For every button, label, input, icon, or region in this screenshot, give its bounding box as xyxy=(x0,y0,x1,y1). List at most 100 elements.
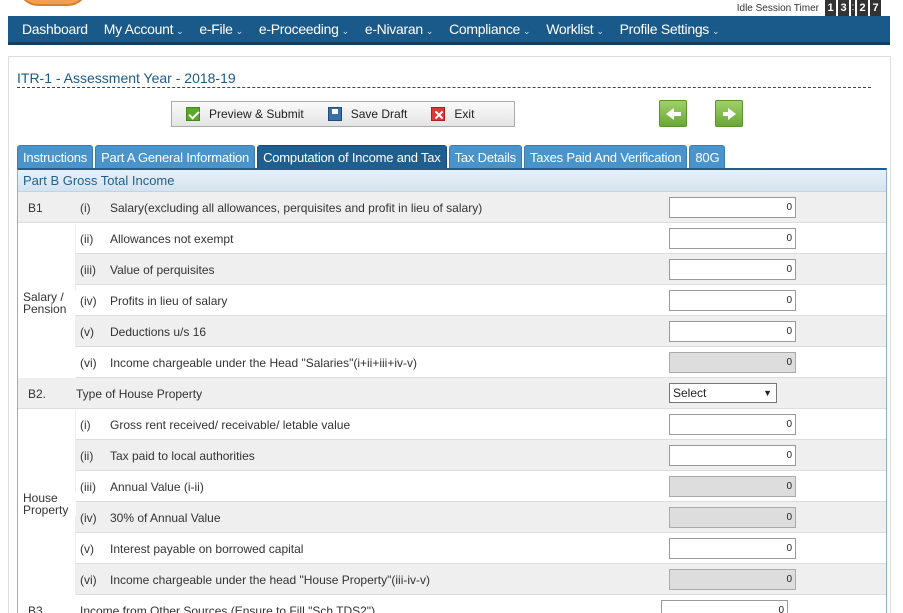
chevron-down-icon: ⌄ xyxy=(235,26,244,36)
nav-item-label: Compliance xyxy=(449,21,521,37)
table-row: B2. Type of House Property Select ▼ xyxy=(18,378,886,409)
row-number: (v) xyxy=(80,542,94,556)
tab-tax-details[interactable]: Tax Details xyxy=(448,145,522,169)
nav-item-compliance[interactable]: Compliance ⌄ xyxy=(441,21,538,37)
row-number: (iii) xyxy=(80,480,96,494)
chevron-down-icon: ⌄ xyxy=(425,26,434,36)
nav-item-my-account[interactable]: My Account ⌄ xyxy=(96,21,192,37)
row-label: Salary(excluding all allowances, perquis… xyxy=(110,201,483,215)
nav-item-label: e-Proceeding xyxy=(258,21,339,37)
form-tabs: Instructions Part A General Information … xyxy=(17,145,726,169)
table-row: (iv) Profits in lieu of salary 0 xyxy=(76,285,886,316)
tab-taxes-paid-and-verification[interactable]: Taxes Paid And Verification xyxy=(523,145,688,169)
annual-value-field: 0 xyxy=(669,476,796,497)
table-row: (vi) Income chargeable under the head "H… xyxy=(76,564,886,595)
table-row: (ii) Tax paid to local authorities 0 xyxy=(76,440,886,471)
nav-item-e-proceeding[interactable]: e-Proceeding ⌄ xyxy=(251,21,357,37)
row-number: (vi) xyxy=(80,573,97,587)
section-title: Part B Gross Total Income xyxy=(18,170,886,192)
table-row: (vi) Income chargeable under the Head "S… xyxy=(76,347,886,378)
table-row: (ii) Allowances not exempt 0 xyxy=(76,223,886,254)
table-row: (i) Gross rent received/ receivable/ let… xyxy=(76,409,886,440)
exit-button[interactable]: Exit xyxy=(431,107,474,121)
row-label: Income chargeable under the Head "Salari… xyxy=(110,356,418,370)
house-property-type-select[interactable]: Select ▼ xyxy=(669,383,777,403)
gross-rent-input[interactable]: 0 xyxy=(669,414,796,435)
row-number: (ii) xyxy=(80,449,94,463)
row-label: Annual Value (i-ii) xyxy=(110,480,204,494)
tab-computation-of-income-and-tax[interactable]: Computation of Income and Tax xyxy=(257,145,447,169)
tab-part-a-general-information[interactable]: Part A General Information xyxy=(95,145,256,169)
nav-item-e-file[interactable]: e-File ⌄ xyxy=(191,21,250,37)
select-value: Select xyxy=(673,386,707,400)
row-label: Interest payable on borrowed capital xyxy=(110,542,304,556)
nav-item-label: Dashboard xyxy=(22,21,88,37)
arrow-right-stem xyxy=(723,112,731,116)
tab-panel: Part B Gross Total Income B1 (i) Salary(… xyxy=(17,168,887,613)
tab-instructions[interactable]: Instructions xyxy=(17,145,94,169)
nav-item-label: Profile Settings xyxy=(619,21,710,37)
preview-submit-button[interactable]: Preview & Submit xyxy=(186,107,304,121)
row-label: Gross rent received/ receivable/ letable… xyxy=(110,418,351,432)
group-cell-salary xyxy=(18,224,76,348)
group-label-house: House Property xyxy=(18,492,76,516)
table-row: (v) Deductions u/s 16 0 xyxy=(76,316,886,347)
tab-80g[interactable]: 80G xyxy=(689,145,726,169)
row-label: Income from Other Sources (Ensure to Fil… xyxy=(80,604,376,613)
top-header: Idle Session Timer 1 3 : 2 7 xyxy=(0,0,903,16)
chevron-down-icon: ⌄ xyxy=(712,26,720,36)
timer-digit: 2 xyxy=(857,0,868,16)
nav-item-e-nivaran[interactable]: e-Nivaran ⌄ xyxy=(357,21,441,37)
table-row: B1 (i) Salary(excluding all allowances, … xyxy=(18,192,886,223)
income-salaries-field: 0 xyxy=(669,352,796,373)
nav-item-label: My Account xyxy=(103,21,174,37)
preview-submit-label: Preview & Submit xyxy=(209,107,304,121)
row-number: (iv) xyxy=(80,294,97,308)
chevron-down-icon: ⌄ xyxy=(341,26,350,36)
row-number: (i) xyxy=(80,418,91,432)
row-number: (ii) xyxy=(80,232,94,246)
save-draft-button[interactable]: Save Draft xyxy=(327,107,408,121)
nav-item-dashboard[interactable]: Dashboard xyxy=(14,21,96,37)
timer-digit: 3 xyxy=(838,0,849,16)
timer-separator: : xyxy=(851,0,855,16)
chevron-down-icon: ⌄ xyxy=(176,26,184,36)
arrow-left-stem xyxy=(673,112,681,116)
table-row: B3. Income from Other Sources (Ensure to… xyxy=(18,595,886,613)
interest-borrowed-input[interactable]: 0 xyxy=(669,538,796,559)
profits-in-lieu-input[interactable]: 0 xyxy=(669,290,796,311)
main-nav: Dashboard My Account ⌄ e-File ⌄ e-Proceedi… xyxy=(8,16,890,45)
form-container: ITR-1 - Assessment Year - 2018-19 Previe… xyxy=(8,56,891,613)
deductions-16-input[interactable]: 0 xyxy=(669,321,796,342)
page-title: ITR-1 - Assessment Year - 2018-19 xyxy=(17,70,871,88)
table-row: (v) Interest payable on borrowed capital… xyxy=(76,533,886,564)
row-label: Allowances not exempt xyxy=(110,232,234,246)
next-tab-button[interactable] xyxy=(715,100,743,127)
tax-paid-local-input[interactable]: 0 xyxy=(669,445,796,466)
nav-item-profile-settings[interactable]: Profile Settings ⌄ xyxy=(612,21,728,37)
save-draft-label: Save Draft xyxy=(350,107,408,121)
row-number: (iv) xyxy=(80,511,97,525)
row-label: Type of House Property xyxy=(76,387,203,401)
idle-session-timer: Idle Session Timer 1 3 : 2 7 xyxy=(737,0,881,16)
form-toolbar: Preview & Submit Save Draft Exit xyxy=(171,101,515,127)
salary-input[interactable]: 0 xyxy=(669,197,796,218)
timer-digit: 7 xyxy=(870,0,881,16)
other-sources-input[interactable]: 0 xyxy=(661,600,788,613)
previous-tab-button[interactable] xyxy=(659,100,687,127)
row-code: B3. xyxy=(28,604,47,613)
check-icon xyxy=(186,107,200,121)
row-number: (v) xyxy=(80,325,94,339)
nav-item-label: e-File xyxy=(199,21,233,37)
group-label-salary: Salary / Pension xyxy=(18,291,76,315)
floppy-disk-icon xyxy=(327,107,342,121)
row-number: (iii) xyxy=(80,263,96,277)
caret-down-icon: ▼ xyxy=(763,388,772,398)
allowances-input[interactable]: 0 xyxy=(669,228,796,249)
row-label: Tax paid to local authorities xyxy=(110,449,255,463)
nav-item-worklist[interactable]: Worklist ⌄ xyxy=(538,21,611,37)
row-label: Value of perquisites xyxy=(110,263,215,277)
table-row: (iii) Annual Value (i-ii) 0 xyxy=(76,471,886,502)
row-label: Deductions u/s 16 xyxy=(110,325,207,339)
perquisites-input[interactable]: 0 xyxy=(669,259,796,280)
